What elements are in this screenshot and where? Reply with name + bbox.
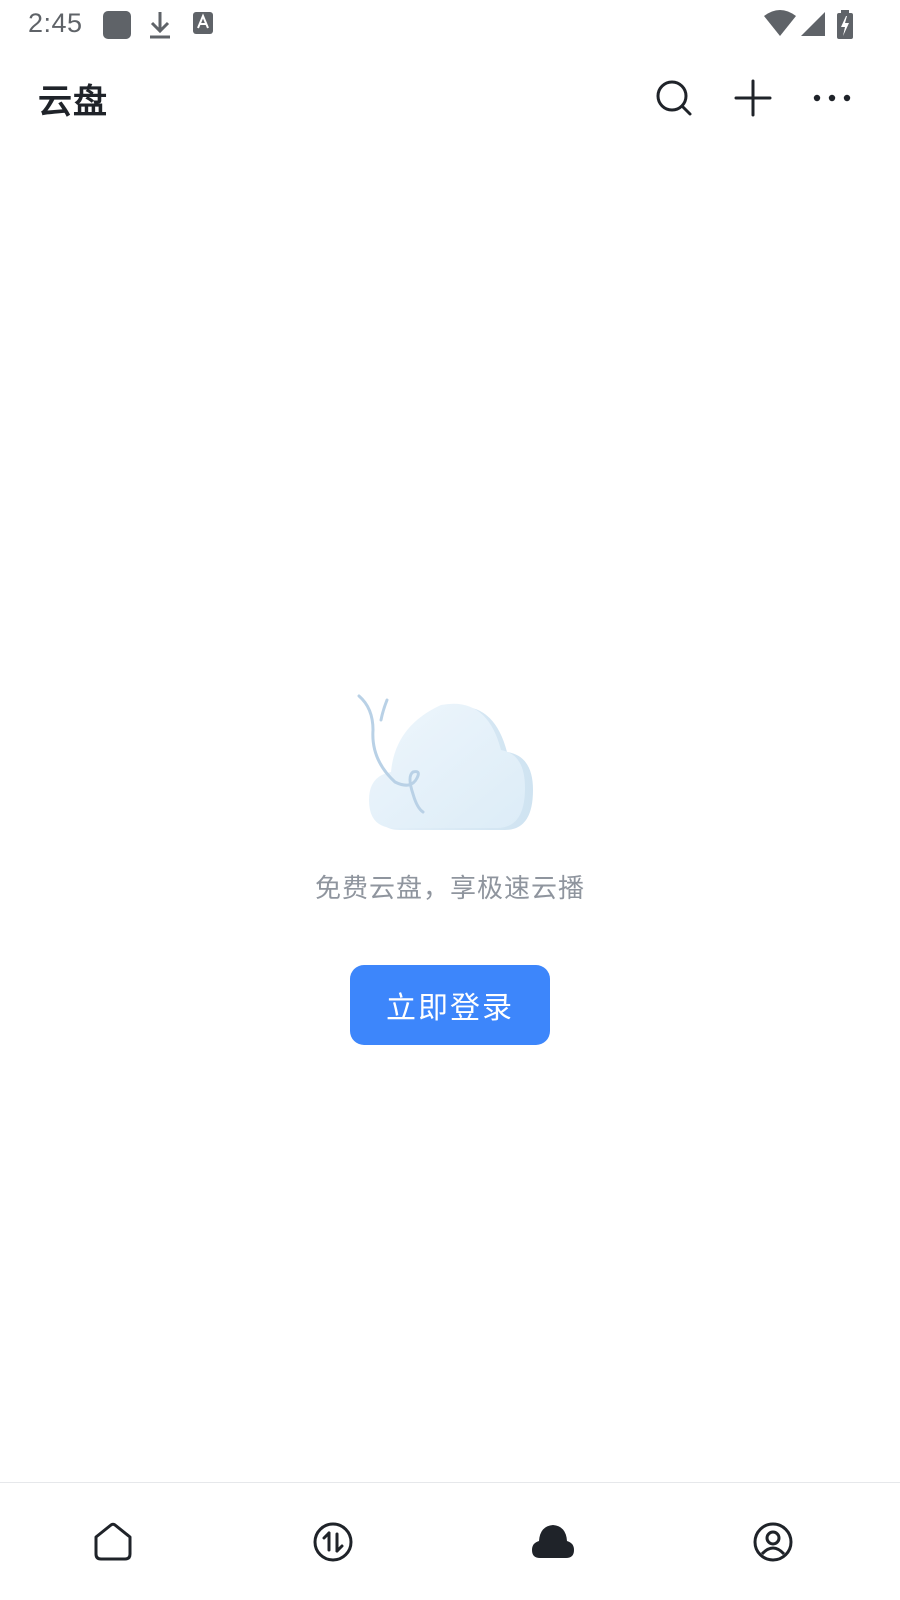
accessibility-icon: [192, 10, 214, 40]
page-title: 云盘: [38, 82, 108, 122]
download-icon: [147, 10, 173, 44]
transfer-icon: [313, 1522, 352, 1562]
login-button[interactable]: 立即登录: [350, 965, 550, 1045]
app-notification-icon: [102, 10, 132, 44]
app-header: 云盘: [0, 60, 900, 140]
more-button[interactable]: [808, 74, 856, 122]
search-button[interactable]: [650, 74, 698, 122]
more-icon: [813, 94, 851, 102]
status-time: 2:45: [28, 8, 83, 38]
search-icon: [656, 80, 692, 116]
profile-icon: [753, 1522, 792, 1562]
empty-message: 免费云盘，享极速云播: [314, 874, 585, 904]
nav-item-home[interactable]: [0, 1483, 225, 1600]
status-bar: 2:45: [0, 0, 900, 50]
plus-icon: [734, 79, 772, 117]
cloud-illustration: [357, 694, 533, 830]
wifi-icon: [763, 10, 797, 42]
battery-charging-icon: [836, 10, 854, 44]
cloud-icon: [531, 1525, 574, 1558]
bottom-nav: [0, 1482, 900, 1600]
cell-signal-icon: [800, 10, 826, 42]
cloud-drive-screen: 2:45 云盘 免费云盘，享极速云播 立即登录: [0, 0, 900, 1600]
add-button[interactable]: [729, 74, 777, 122]
nav-item-profile[interactable]: [660, 1483, 885, 1600]
nav-item-cloud[interactable]: [440, 1483, 665, 1600]
home-icon: [94, 1522, 131, 1561]
nav-item-transfer[interactable]: [220, 1483, 445, 1600]
